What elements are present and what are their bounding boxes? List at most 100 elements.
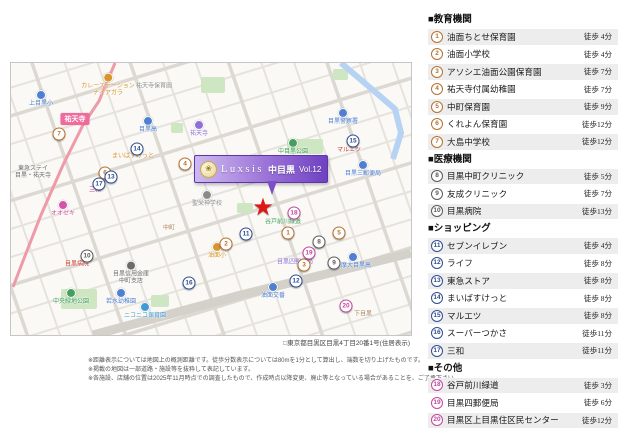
callout-property-name: 中目黒	[268, 163, 295, 176]
landmark-label: オオゼキ	[51, 211, 75, 218]
landmark-label: 油面小	[208, 253, 226, 260]
landmark-dot-icon	[103, 73, 113, 83]
facility-row: 4祐天寺付属幼稚園徒歩 7分	[428, 82, 618, 98]
facility-row: 12ライフ徒歩 8分	[428, 256, 618, 272]
facility-number-badge: 1	[431, 31, 443, 43]
facility-number-badge: 13	[431, 275, 443, 287]
landmark-label: 油面交番	[261, 293, 285, 300]
facility-name: くれよん保育園	[447, 118, 507, 130]
map-pin-12: 12	[290, 275, 303, 288]
map-landmark: 中央緑地公園	[53, 288, 89, 306]
map-pin-10: 10	[81, 250, 94, 263]
landmark-label: 下目黒	[354, 312, 372, 319]
facility-number-badge: 8	[431, 170, 443, 182]
landmark-dot-icon	[194, 120, 204, 130]
facility-name: 東急ストア	[447, 275, 490, 287]
landmark-dot-icon	[358, 160, 368, 170]
facility-number-badge: 14	[431, 292, 443, 304]
map-landmark: 聖栄神学校	[192, 190, 222, 208]
facility-row: 15マルエツ徒歩 8分	[428, 308, 618, 324]
landmark-label: 目黒警察署	[328, 119, 358, 126]
landmark-label: 中央緑地公園	[53, 299, 89, 306]
facility-name: 油面小学校	[447, 48, 490, 60]
map-pin-5: 5	[333, 227, 346, 240]
map-landmark: 目黒病院	[65, 262, 89, 269]
landmark-dot-icon	[348, 252, 358, 262]
facility-name: 目黒病院	[447, 205, 481, 217]
luxsis-logo-icon: ❀	[200, 161, 217, 178]
callout-volume: Vol.12	[299, 165, 321, 174]
map-pin-17: 17	[93, 178, 106, 191]
facility-name: 祐天寺付属幼稚園	[447, 83, 516, 95]
map-pin-15: 15	[347, 135, 360, 148]
facility-walk-time: 徒歩 5分	[584, 171, 618, 182]
map-landmark: 中町	[163, 226, 175, 233]
facility-row: 8目黒中町クリニック徒歩 5分	[428, 169, 618, 185]
facility-row: 9友成クリニック徒歩 7分	[428, 186, 618, 202]
landmark-label: 祐天寺	[190, 131, 208, 138]
map-landmark: 中目黒公園	[278, 138, 308, 156]
map-landmark: カレーステーション ナイアガラ	[81, 73, 135, 98]
facility-name: ライフ	[447, 257, 473, 269]
facility-number-badge: 7	[431, 136, 443, 148]
map-landmark: 若水幼稚園	[106, 288, 136, 306]
facility-number-badge: 17	[431, 345, 443, 357]
station-yutenji: 祐天寺	[61, 113, 90, 125]
facility-name: アソシエ油面公園保育園	[447, 66, 542, 78]
callout-pointer	[267, 181, 277, 195]
facility-number-badge: 10	[431, 205, 443, 217]
facility-name: 目黒四郵便局	[447, 397, 499, 409]
facility-row: 20目黒区上目黒住区民センター徒歩12分	[428, 413, 618, 429]
map-landmark: 祐天寺保育園	[136, 84, 172, 91]
facility-number-badge: 2	[431, 48, 443, 60]
facility-walk-time: 徒歩11分	[582, 328, 618, 339]
facility-number-badge: 19	[431, 397, 443, 409]
map-landmark: 祐天寺	[190, 120, 208, 138]
property-callout: ❀ Luxsis 中目黒 Vol.12	[194, 155, 328, 183]
facility-number-badge: 5	[431, 101, 443, 113]
facility-walk-time: 徒歩 3分	[584, 380, 618, 391]
map-landmark: 油面交番	[261, 282, 285, 300]
facility-row: 19目黒四郵便局徒歩 6分	[428, 395, 618, 411]
facility-name: スーパーつかさ	[447, 327, 507, 339]
landmark-dot-icon	[116, 288, 126, 298]
map-pin-1: 1	[282, 227, 295, 240]
map-landmark: 東急ステイ 目黒・祐天寺	[15, 166, 51, 180]
facility-row: 2油面小学校徒歩 4分	[428, 47, 618, 63]
facility-name: 谷戸前川緑道	[447, 379, 499, 391]
map-landmark: マルエツ	[337, 148, 361, 155]
facility-row: 6くれよん保育園徒歩12分	[428, 117, 618, 133]
landmark-label: 目黒病院	[65, 262, 89, 269]
map-pin-9: 9	[328, 257, 341, 270]
address-caption: □東京都目黒区目黒4丁目20番1号(住居表示)	[10, 337, 410, 347]
map-pin-11: 11	[240, 228, 253, 241]
landmark-label: ニコニコ保育園	[124, 313, 166, 320]
facility-number-badge: 16	[431, 327, 443, 339]
facility-number-badge: 9	[431, 188, 443, 200]
landmark-label: 中町	[163, 226, 175, 233]
landmark-dot-icon	[58, 200, 68, 210]
map-pin-7: 7	[53, 128, 66, 141]
legend-section-title: ■教育機関	[428, 12, 618, 29]
landmark-label: 東急ステイ 目黒・祐天寺	[15, 166, 51, 180]
facility-row: 10目黒病院徒歩13分	[428, 204, 618, 220]
map-landmark: 目黒信用金庫 中町支店	[113, 261, 149, 286]
facility-row: 7大島中学校徒歩12分	[428, 134, 618, 150]
facility-number-badge: 6	[431, 118, 443, 130]
facility-name: セブンイレブン	[447, 240, 507, 252]
facility-walk-time: 徒歩 8分	[584, 275, 618, 286]
map-landmark: オオゼキ	[51, 200, 75, 218]
map-overlay: 上目黒小カレーステーション ナイアガラ祐天寺保育園目黒高祐天寺まいばすけっと東急…	[11, 63, 411, 335]
facility-row: 14まいばすけっと徒歩 8分	[428, 291, 618, 307]
facility-name: まいばすけっと	[447, 292, 507, 304]
facility-walk-time: 徒歩 9分	[584, 101, 618, 112]
facility-name: 目黒区上目黒住区民センター	[447, 414, 559, 426]
landmark-dot-icon	[140, 302, 150, 312]
facility-number-badge: 4	[431, 83, 443, 95]
facility-name: 三和	[447, 345, 464, 357]
property-star-icon: ★	[252, 196, 274, 220]
facility-number-badge: 20	[431, 414, 443, 426]
map-pin-2: 2	[220, 238, 233, 251]
facility-walk-time: 徒歩 8分	[584, 310, 618, 321]
landmark-dot-icon	[268, 282, 278, 292]
